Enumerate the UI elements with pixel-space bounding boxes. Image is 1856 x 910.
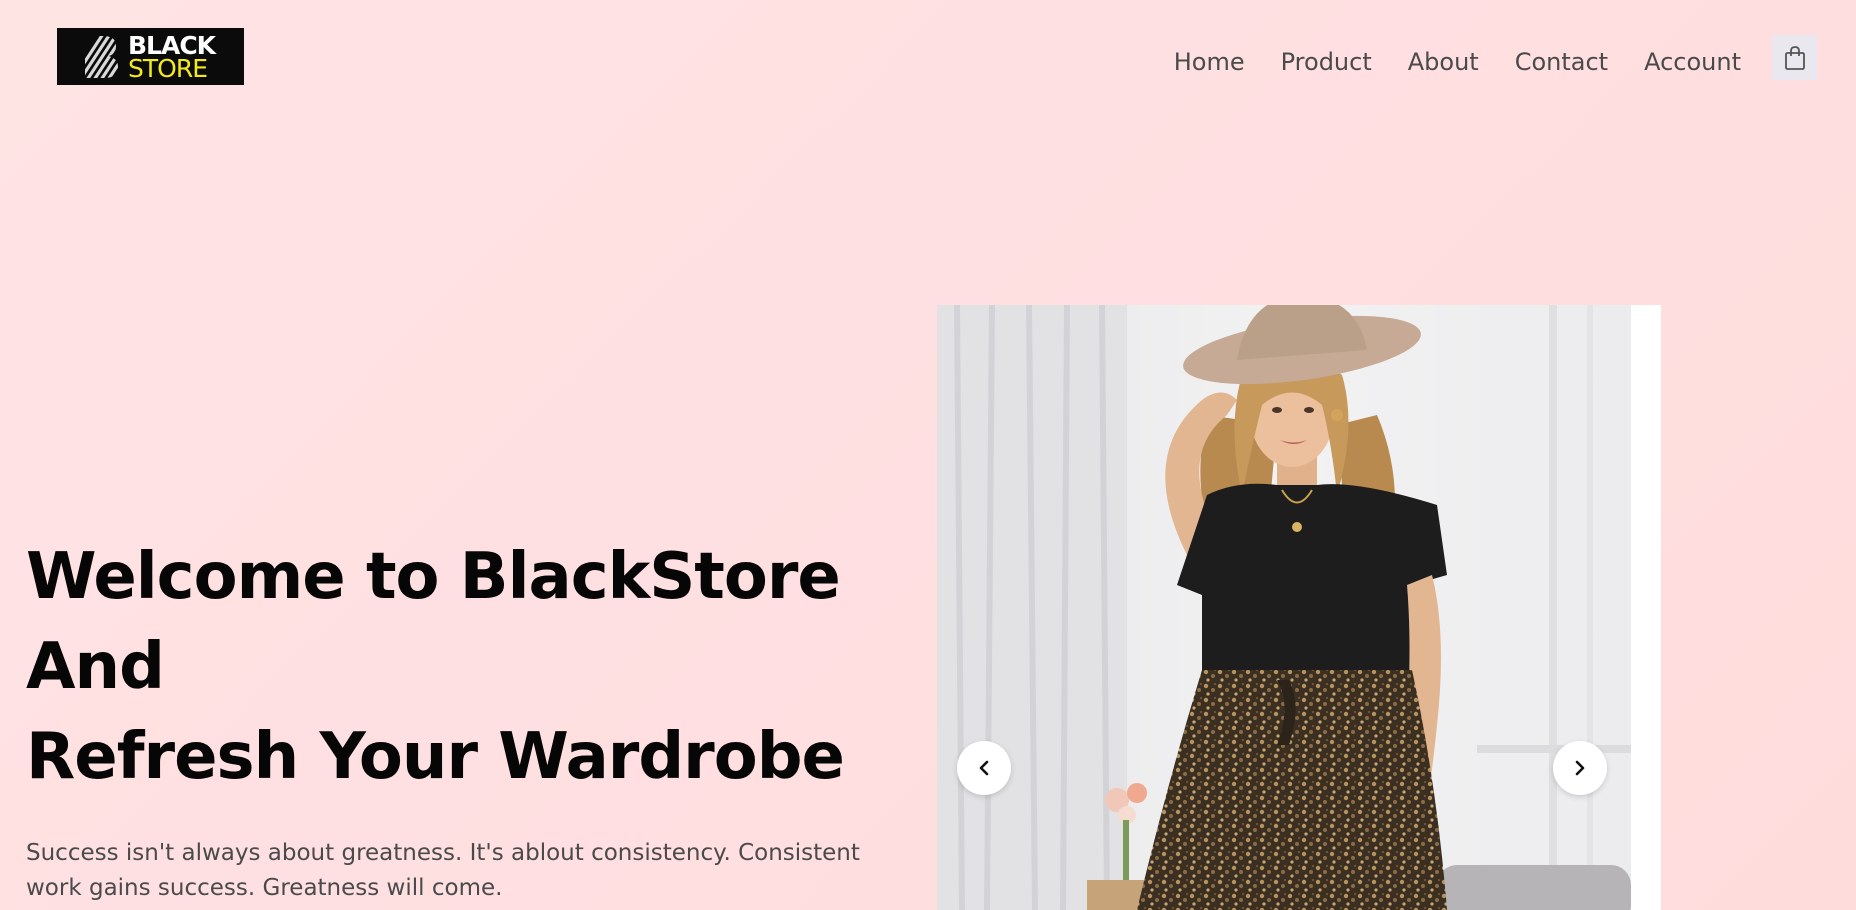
hero-title-line-3: Refresh Your Wardrobe [26, 720, 845, 794]
hero-description: Success isn't always about greatness. It… [26, 840, 860, 901]
logo-mark-icon [85, 35, 118, 78]
logo-line-store: STORE [128, 53, 208, 83]
shopping-bag-icon [1784, 45, 1805, 70]
slide-image [937, 305, 1631, 910]
slider-prev-button[interactable] [957, 741, 1011, 795]
hero-title: Welcome to BlackStore And Refresh Your W… [26, 532, 845, 802]
chevron-left-icon [979, 760, 989, 776]
nav-home[interactable]: Home [1174, 46, 1245, 78]
model-photo [937, 305, 1631, 910]
main-nav: Home Product About Contact Account [1174, 46, 1741, 78]
chevron-right-icon [1575, 760, 1585, 776]
hero-title-line-2: And [26, 630, 165, 704]
nav-about[interactable]: About [1408, 46, 1479, 78]
hero-title-line-1: Welcome to BlackStore [26, 540, 841, 614]
slider-next-button[interactable] [1553, 741, 1607, 795]
brand-logo[interactable]: BLACK STORE [57, 28, 244, 85]
nav-contact[interactable]: Contact [1515, 46, 1608, 78]
nav-account[interactable]: Account [1644, 46, 1741, 78]
nav-product[interactable]: Product [1281, 46, 1372, 78]
cart-button[interactable] [1772, 35, 1817, 80]
logo-wordmark: BLACK STORE [128, 33, 216, 83]
